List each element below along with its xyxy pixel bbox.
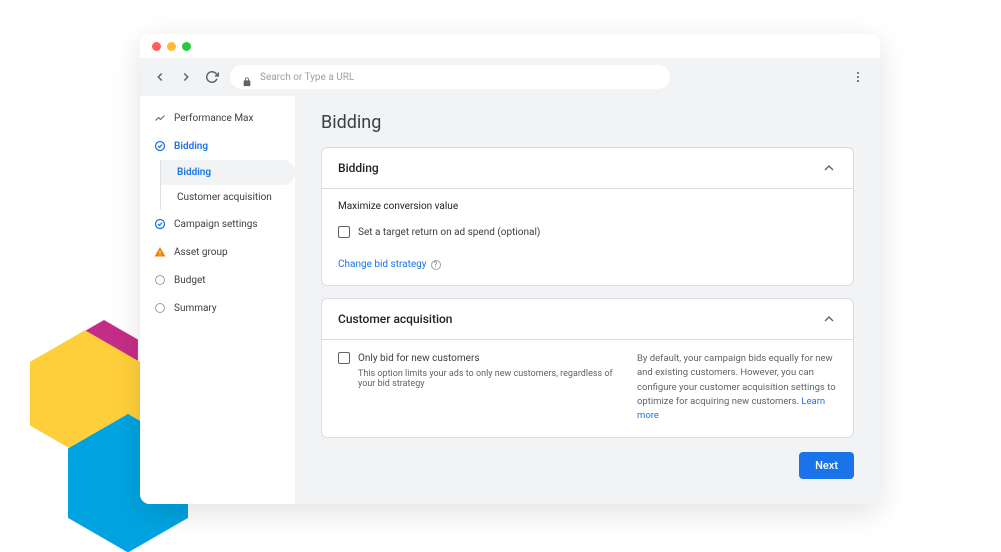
bid-strategy-label: Maximize conversion value — [338, 201, 837, 212]
bidding-card-header[interactable]: Bidding — [322, 148, 853, 189]
warning-icon — [154, 246, 166, 258]
url-bar[interactable] — [230, 65, 670, 89]
lock-icon — [242, 72, 252, 82]
url-input[interactable] — [260, 72, 658, 83]
sidebar-item-summary[interactable]: Summary — [140, 294, 295, 322]
browser-window: Performance Max Bidding Bidding Customer… — [140, 34, 880, 504]
sidebar-item-label: Campaign settings — [174, 219, 258, 230]
help-icon[interactable]: ? — [431, 260, 441, 270]
chevron-up-icon — [821, 160, 837, 176]
sidebar-subitem-customer-acquisition[interactable]: Customer acquisition — [161, 185, 295, 210]
sidebar-item-label: Summary — [174, 303, 217, 314]
customer-acquisition-card: Customer acquisition Only bid for new cu… — [321, 298, 854, 438]
browser-more-menu[interactable] — [848, 67, 868, 87]
checkbox-label: Only bid for new customers — [358, 353, 480, 364]
check-circle-icon — [154, 218, 166, 230]
sidebar-item-asset-group[interactable]: Asset group — [140, 238, 295, 266]
campaign-sidebar: Performance Max Bidding Bidding Customer… — [140, 96, 295, 504]
bidding-card: Bidding Maximize conversion value Set a … — [321, 147, 854, 286]
page-title: Bidding — [321, 112, 854, 133]
info-text: By default, your campaign bids equally f… — [637, 352, 837, 423]
trend-icon — [154, 112, 166, 124]
target-roas-checkbox-row[interactable]: Set a target return on ad spend (optiona… — [338, 226, 837, 238]
hint-text: This option limits your ads to only new … — [358, 369, 613, 389]
change-bid-strategy-link[interactable]: Change bid strategy ? — [338, 259, 441, 270]
sidebar-item-label: Performance Max — [174, 113, 253, 124]
next-button[interactable]: Next — [799, 452, 854, 479]
browser-toolbar — [140, 58, 880, 96]
sidebar-item-campaign-settings[interactable]: Campaign settings — [140, 210, 295, 238]
window-close-button[interactable] — [152, 42, 161, 51]
sidebar-item-label: Budget — [174, 275, 206, 286]
circle-icon — [154, 274, 166, 286]
card-title: Bidding — [338, 161, 379, 175]
window-minimize-button[interactable] — [167, 42, 176, 51]
back-button[interactable] — [152, 69, 168, 85]
sidebar-item-label: Asset group — [174, 247, 228, 258]
main-content: Bidding Bidding Maximize conversion valu… — [295, 96, 880, 504]
checkbox-icon — [338, 352, 350, 364]
window-maximize-button[interactable] — [182, 42, 191, 51]
reload-button[interactable] — [204, 69, 220, 85]
chevron-up-icon — [821, 311, 837, 327]
sidebar-item-label: Bidding — [174, 141, 208, 152]
checkbox-label: Set a target return on ad spend (optiona… — [358, 227, 540, 238]
checkbox-icon — [338, 226, 350, 238]
sidebar-subitem-bidding[interactable]: Bidding — [161, 160, 295, 185]
only-new-customers-checkbox-row[interactable]: Only bid for new customers — [338, 352, 613, 364]
window-title-bar — [140, 34, 880, 58]
forward-button[interactable] — [178, 69, 194, 85]
customer-acquisition-card-header[interactable]: Customer acquisition — [322, 299, 853, 340]
sidebar-item-performance-max[interactable]: Performance Max — [140, 104, 295, 132]
check-circle-icon — [154, 140, 166, 152]
sidebar-item-bidding[interactable]: Bidding — [140, 132, 295, 160]
card-title: Customer acquisition — [338, 312, 453, 326]
circle-icon — [154, 302, 166, 314]
sidebar-item-budget[interactable]: Budget — [140, 266, 295, 294]
